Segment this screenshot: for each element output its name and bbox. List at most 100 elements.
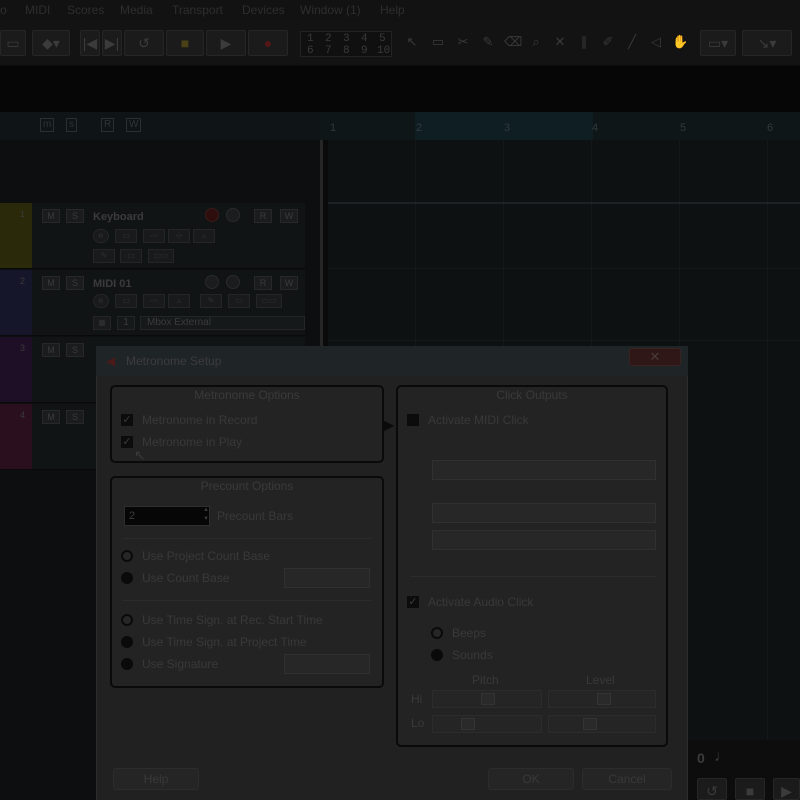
record-icon[interactable]: ● bbox=[248, 30, 288, 56]
metronome-note-icon[interactable]: ♩ bbox=[714, 748, 730, 766]
cycle-icon[interactable]: ↺ bbox=[124, 30, 164, 56]
project-count-base-label[interactable]: Use Project Count Base bbox=[142, 549, 270, 563]
signature-field[interactable] bbox=[284, 654, 370, 674]
metronome-play-checkbox[interactable]: ✓ bbox=[121, 436, 133, 448]
close-icon[interactable]: ✕ bbox=[629, 348, 681, 366]
menu-media[interactable]: Media bbox=[120, 3, 153, 17]
solo-button[interactable]: S bbox=[66, 410, 84, 424]
locator-number-grid[interactable]: 1 2 3 4 5 6 7 8 9 10 bbox=[300, 31, 392, 57]
edit-instrument-icon[interactable]: e bbox=[93, 294, 109, 308]
slider-thumb[interactable] bbox=[481, 693, 495, 705]
count-base-radio[interactable] bbox=[121, 572, 133, 584]
mute-tool-icon[interactable]: ✕ bbox=[552, 34, 568, 52]
folder-icon[interactable]: ▭ bbox=[120, 249, 142, 263]
sounds-label[interactable]: Sounds bbox=[452, 648, 493, 662]
inserts-icon[interactable]: ▭ bbox=[115, 229, 137, 243]
global-read-chip[interactable]: R bbox=[101, 118, 115, 132]
monitor-icon[interactable] bbox=[226, 275, 240, 289]
count-base-label[interactable]: Use Count Base bbox=[142, 571, 229, 585]
sends-icon[interactable]: -▫- bbox=[143, 229, 165, 243]
draw-tool-icon[interactable]: ✐ bbox=[600, 34, 616, 52]
precount-bars-input[interactable]: 2 bbox=[124, 506, 210, 526]
solo-button[interactable]: S bbox=[66, 343, 84, 357]
global-solo-chip[interactable]: s bbox=[66, 118, 77, 132]
time-sign-project-radio[interactable] bbox=[121, 636, 133, 648]
activate-midi-click-label[interactable]: Activate MIDI Click bbox=[428, 413, 529, 427]
range-tool-icon[interactable]: ▭ bbox=[430, 34, 446, 52]
lanes-icon[interactable]: ▭▭ bbox=[148, 249, 174, 263]
use-signature-label[interactable]: Use Signature bbox=[142, 657, 218, 671]
project-count-base-radio[interactable] bbox=[121, 550, 133, 562]
menu-window[interactable]: Window (1) bbox=[300, 3, 361, 17]
eq-icon[interactable]: ▵ bbox=[168, 294, 190, 308]
snap-select-button[interactable]: ↘▾ bbox=[742, 30, 792, 56]
global-write-chip[interactable]: W bbox=[126, 118, 142, 132]
lo-pitch-slider[interactable] bbox=[432, 715, 542, 733]
beeps-label[interactable]: Beeps bbox=[452, 626, 486, 640]
menu-transport[interactable]: Transport bbox=[172, 3, 223, 17]
track-keyboard[interactable]: 1 M S Keyboard R W e ▭ -▫- ⊹ ▵ ✎ ▭ ▭▭ bbox=[0, 203, 305, 269]
menu-scores[interactable]: Scores bbox=[67, 3, 104, 17]
sends-icon[interactable]: -▫- bbox=[143, 294, 165, 308]
goto-start-icon[interactable]: |◀ bbox=[80, 30, 100, 56]
folder-icon[interactable]: ▭ bbox=[228, 294, 250, 308]
sounds-radio[interactable] bbox=[431, 649, 443, 661]
metronome-record-label[interactable]: Metronome in Record bbox=[142, 413, 257, 427]
track-name[interactable]: MIDI 01 bbox=[93, 278, 132, 290]
time-sign-rec-start-radio[interactable] bbox=[121, 614, 133, 626]
track-name[interactable]: Keyboard bbox=[93, 211, 144, 223]
line-tool-icon[interactable]: ╱ bbox=[624, 34, 640, 52]
channel-icon[interactable]: ▵ bbox=[193, 229, 215, 243]
lanes-icon[interactable]: ▭▭ bbox=[256, 294, 282, 308]
hand-tool-icon[interactable]: ✋ bbox=[672, 34, 688, 52]
inserts-icon[interactable]: ▭ bbox=[115, 294, 137, 308]
lo-level-slider[interactable] bbox=[548, 715, 656, 733]
play-icon[interactable]: ▶ bbox=[773, 778, 800, 800]
menu-midi[interactable]: MIDI bbox=[25, 3, 50, 17]
speaker-tool-icon[interactable]: ◁ bbox=[648, 34, 664, 52]
stop-icon[interactable]: ■ bbox=[735, 778, 765, 800]
split-tool-icon[interactable]: ✂ bbox=[455, 34, 471, 52]
metronome-record-checkbox[interactable]: ✓ bbox=[121, 414, 133, 426]
time-sign-project-label[interactable]: Use Time Sign. at Project Time bbox=[142, 635, 307, 649]
hi-level-slider[interactable] bbox=[548, 690, 656, 708]
cancel-button[interactable]: Cancel bbox=[582, 768, 672, 790]
goto-end-icon[interactable]: ▶| bbox=[102, 30, 122, 56]
slider-thumb[interactable] bbox=[597, 693, 611, 705]
spin-arrows-icon[interactable]: ▲ ▼ bbox=[202, 506, 210, 526]
comp-tool-icon[interactable]: ∥ bbox=[576, 34, 592, 52]
color-select-button[interactable]: ▭▾ bbox=[700, 30, 736, 56]
record-enable-icon[interactable] bbox=[205, 208, 219, 222]
record-enable-icon[interactable] bbox=[205, 275, 219, 289]
zoom-tool-icon[interactable]: ⌕ bbox=[528, 34, 544, 52]
midi-note-hi-field[interactable] bbox=[432, 503, 656, 523]
erase-tool-icon[interactable]: ⌫ bbox=[504, 34, 522, 52]
mute-button[interactable]: M bbox=[42, 410, 60, 424]
lock-icon[interactable]: ✎ bbox=[200, 294, 222, 308]
midi-output-select[interactable]: Mbox External bbox=[140, 316, 305, 330]
write-automation-button[interactable]: W bbox=[280, 276, 298, 290]
menu-item[interactable]: o bbox=[0, 3, 7, 17]
mute-button[interactable]: M bbox=[42, 276, 60, 290]
mute-button[interactable]: M bbox=[42, 343, 60, 357]
stop-icon[interactable]: ■ bbox=[166, 30, 204, 56]
activate-midi-click-checkbox[interactable] bbox=[407, 414, 419, 426]
metronome-play-label[interactable]: Metronome in Play bbox=[142, 435, 242, 449]
beeps-radio[interactable] bbox=[431, 627, 443, 639]
midi-port-field[interactable] bbox=[432, 460, 656, 480]
count-base-field[interactable] bbox=[284, 568, 370, 588]
automation-mode-button[interactable]: ◆▾ bbox=[32, 30, 70, 56]
menu-help[interactable]: Help bbox=[380, 3, 405, 17]
eq-icon[interactable]: ⊹ bbox=[168, 229, 190, 243]
glue-tool-icon[interactable]: ✎ bbox=[480, 34, 496, 52]
monitor-icon[interactable] bbox=[226, 208, 240, 222]
lock-icon[interactable]: ✎ bbox=[93, 249, 115, 263]
hi-pitch-slider[interactable] bbox=[432, 690, 542, 708]
midi-channel-field[interactable]: 1 bbox=[117, 316, 135, 330]
time-sign-rec-start-label[interactable]: Use Time Sign. at Rec. Start Time bbox=[142, 613, 323, 627]
solo-button[interactable]: S bbox=[66, 209, 84, 223]
cycle-icon[interactable]: ↺ bbox=[697, 778, 727, 800]
slider-thumb[interactable] bbox=[583, 718, 597, 730]
global-mute-chip[interactable]: m bbox=[40, 118, 55, 132]
use-signature-radio[interactable] bbox=[121, 658, 133, 670]
